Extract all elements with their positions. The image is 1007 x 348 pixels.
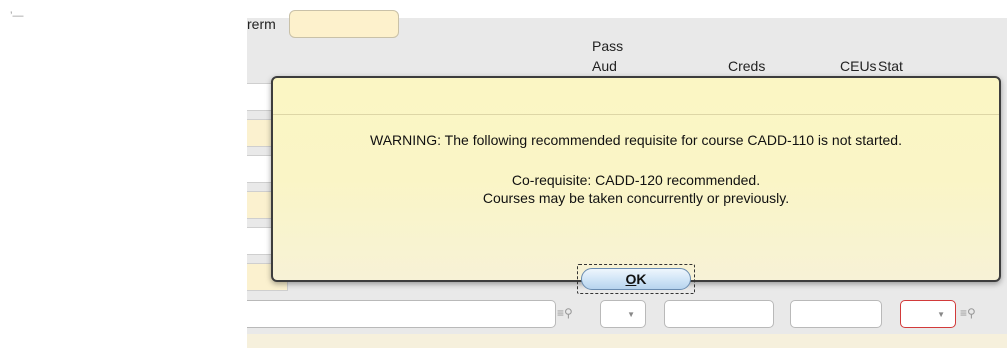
ok-button-face[interactable]: OK [581,268,691,290]
column-header-ceus: CEUs [840,58,877,74]
column-header-pass: Pass [592,38,624,54]
column-header-aud: Aud [592,58,617,74]
chevron-down-icon: ▼ [937,310,945,319]
lookup-icon[interactable]: ≡⚲ [557,306,573,320]
ok-label: K [636,271,647,287]
ceus-field[interactable] [790,300,882,328]
column-header-stat: Stat [878,58,903,74]
term-field[interactable] [289,10,399,38]
warning-dialog: WARNING: The following recommended requi… [271,76,1001,294]
bottom-band [247,334,1007,348]
creds-field[interactable] [664,300,774,328]
warning-message: WARNING: The following recommended requi… [370,132,902,148]
dialog-titlebar [273,78,999,115]
chevron-down-icon: ▼ [627,310,635,319]
dropdown-field[interactable]: ▼ [600,300,646,328]
concurrent-message: Courses may be taken concurrently or pre… [482,190,790,206]
corner-mark: ’— [10,10,24,22]
lookup-icon[interactable]: ≡⚲ [960,306,976,320]
ok-button[interactable]: OK [577,264,695,294]
corequisite-message: Co-requisite: CADD-120 recommended. [511,172,761,188]
course-field[interactable] [247,300,556,328]
column-header-creds: Creds [728,58,766,74]
ok-mnemonic: O [625,271,637,287]
stat-dropdown-field[interactable]: ▼ [900,300,956,328]
term-label: rerm [247,16,276,32]
